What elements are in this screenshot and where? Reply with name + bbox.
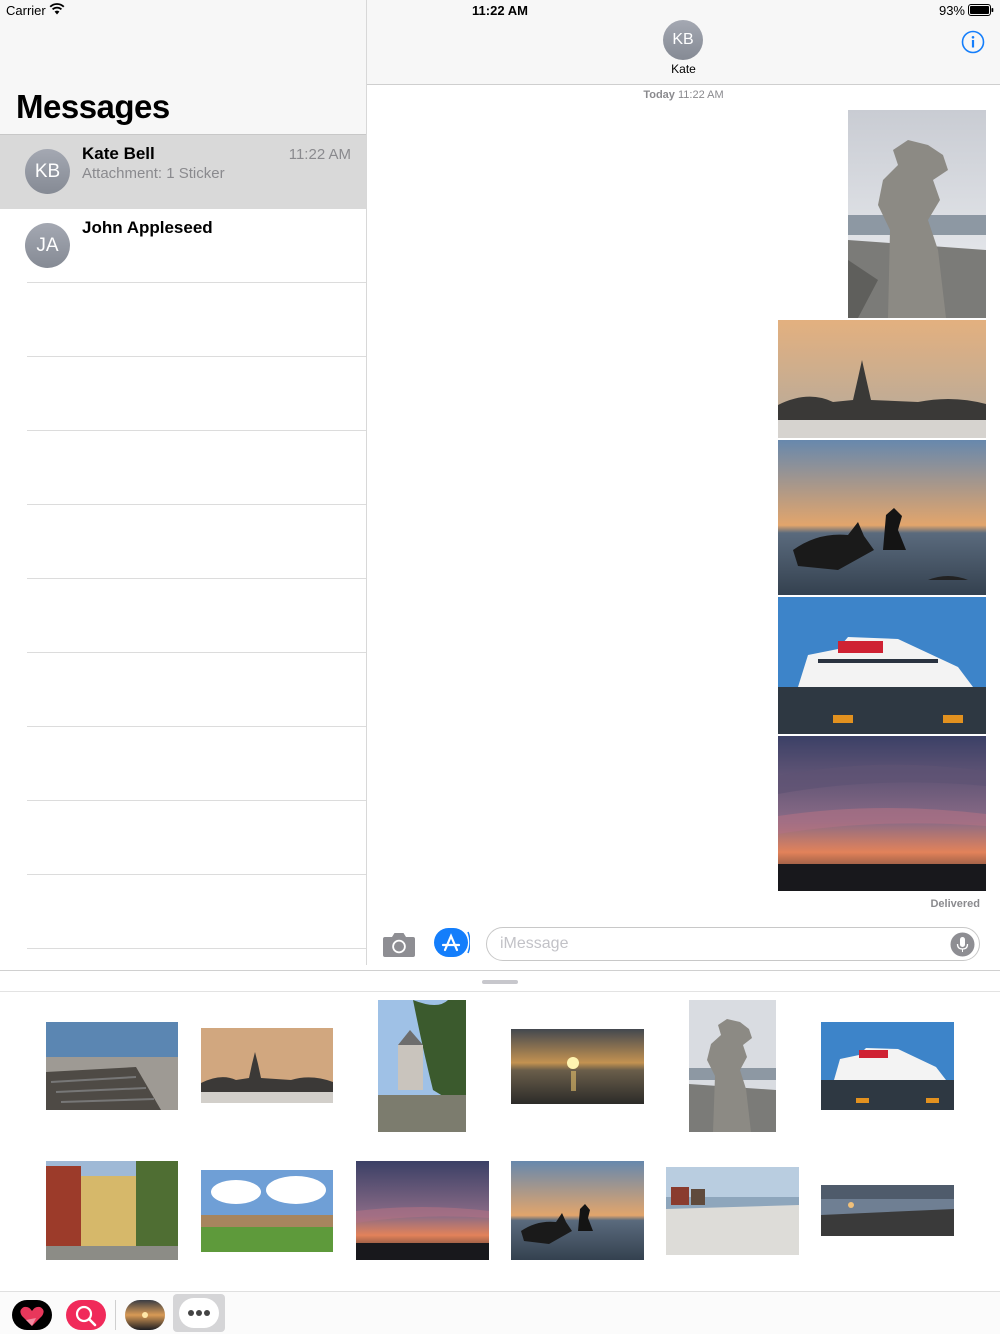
message-photo-ferry-ship[interactable]	[778, 597, 986, 734]
conversation-name: Kate Bell	[82, 144, 155, 163]
empty-row	[0, 579, 366, 653]
app-drawer	[0, 970, 1000, 1334]
thumbnail-sunset-sea[interactable]	[511, 1029, 644, 1104]
conversation-preview: Attachment: 1 Sticker	[82, 165, 225, 182]
delivered-status: Delivered	[930, 898, 980, 910]
thumbnail-castle-trees[interactable]	[378, 1000, 466, 1132]
message-photo-church-sunset[interactable]	[778, 320, 986, 438]
conversation-row-john-appleseed[interactable]: JA John Appleseed	[0, 209, 366, 283]
thumbnail-wooden-pier[interactable]	[46, 1022, 178, 1110]
message-photo-cloudy-sunset[interactable]	[778, 736, 986, 891]
empty-row	[0, 505, 366, 579]
thumbnail-ferry-ship[interactable]	[821, 1022, 954, 1110]
thumbnail-church-sunset[interactable]	[201, 1028, 333, 1103]
thumbnail-rock-formation[interactable]	[689, 1000, 776, 1132]
message-timestamp: Today 11:22 AM	[367, 89, 1000, 101]
empty-row	[0, 801, 366, 875]
conversation-list: KB Kate Bell Attachment: 1 Sticker 11:22…	[0, 135, 366, 949]
avatar: JA	[25, 223, 70, 268]
empty-row	[0, 431, 366, 505]
contact-name[interactable]: Kate	[367, 62, 1000, 76]
status-time: 11:22 AM	[472, 3, 528, 18]
drawer-grabber[interactable]	[482, 980, 518, 984]
message-input[interactable]	[486, 927, 980, 961]
drawer-divider	[0, 991, 1000, 992]
contact-avatar[interactable]: KB	[663, 20, 703, 60]
message-photo-rock-formation[interactable]	[848, 110, 986, 318]
row-divider	[27, 948, 366, 949]
thumbnail-rocky-shore[interactable]	[821, 1185, 954, 1236]
camera-icon[interactable]	[382, 930, 416, 958]
thumbnail-town-panorama[interactable]	[201, 1170, 333, 1252]
battery-percentage: 93%	[938, 3, 965, 18]
page-title: Messages	[16, 88, 170, 125]
more-apps-button[interactable]	[173, 1294, 225, 1332]
strip-separator	[115, 1300, 116, 1330]
message-photo-sea-stacks-sunset[interactable]	[778, 440, 986, 595]
microphone-icon[interactable]	[950, 932, 975, 957]
photo-app-icon[interactable]	[125, 1298, 165, 1332]
battery-icon	[968, 4, 994, 16]
empty-row	[0, 653, 366, 727]
empty-row	[0, 357, 366, 431]
info-icon[interactable]	[961, 30, 985, 54]
thumbnail-beach-huts[interactable]	[666, 1167, 799, 1255]
conversation-row-kate-bell[interactable]: KB Kate Bell Attachment: 1 Sticker 11:22…	[0, 135, 366, 209]
search-images-app-icon[interactable]	[66, 1298, 106, 1332]
status-bar: Carrier 11:22 AM 93%	[0, 0, 1000, 20]
more-apps-icon	[179, 1298, 219, 1328]
timestamp-day: Today	[643, 89, 675, 101]
thumbnail-old-town-street[interactable]	[46, 1161, 178, 1260]
empty-row	[0, 727, 366, 801]
avatar: KB	[25, 149, 70, 194]
app-store-icon[interactable]	[434, 928, 470, 958]
heart-sticker-app-icon[interactable]	[12, 1298, 52, 1332]
empty-row	[0, 283, 366, 357]
thumbnail-sea-stacks-sunset[interactable]	[511, 1161, 644, 1260]
thumbnail-cloudy-sunset[interactable]	[356, 1161, 489, 1260]
app-strip	[0, 1291, 1000, 1334]
timestamp-time: 11:22 AM	[677, 89, 724, 101]
conversation-sidebar: Messages KB Kate Bell Attachment: 1 Stic…	[0, 0, 367, 965]
empty-row	[0, 875, 366, 949]
conversation-time: 11:22 AM	[288, 146, 351, 163]
sidebar-header: Messages	[0, 0, 366, 135]
conversation-name: John Appleseed	[82, 218, 213, 237]
